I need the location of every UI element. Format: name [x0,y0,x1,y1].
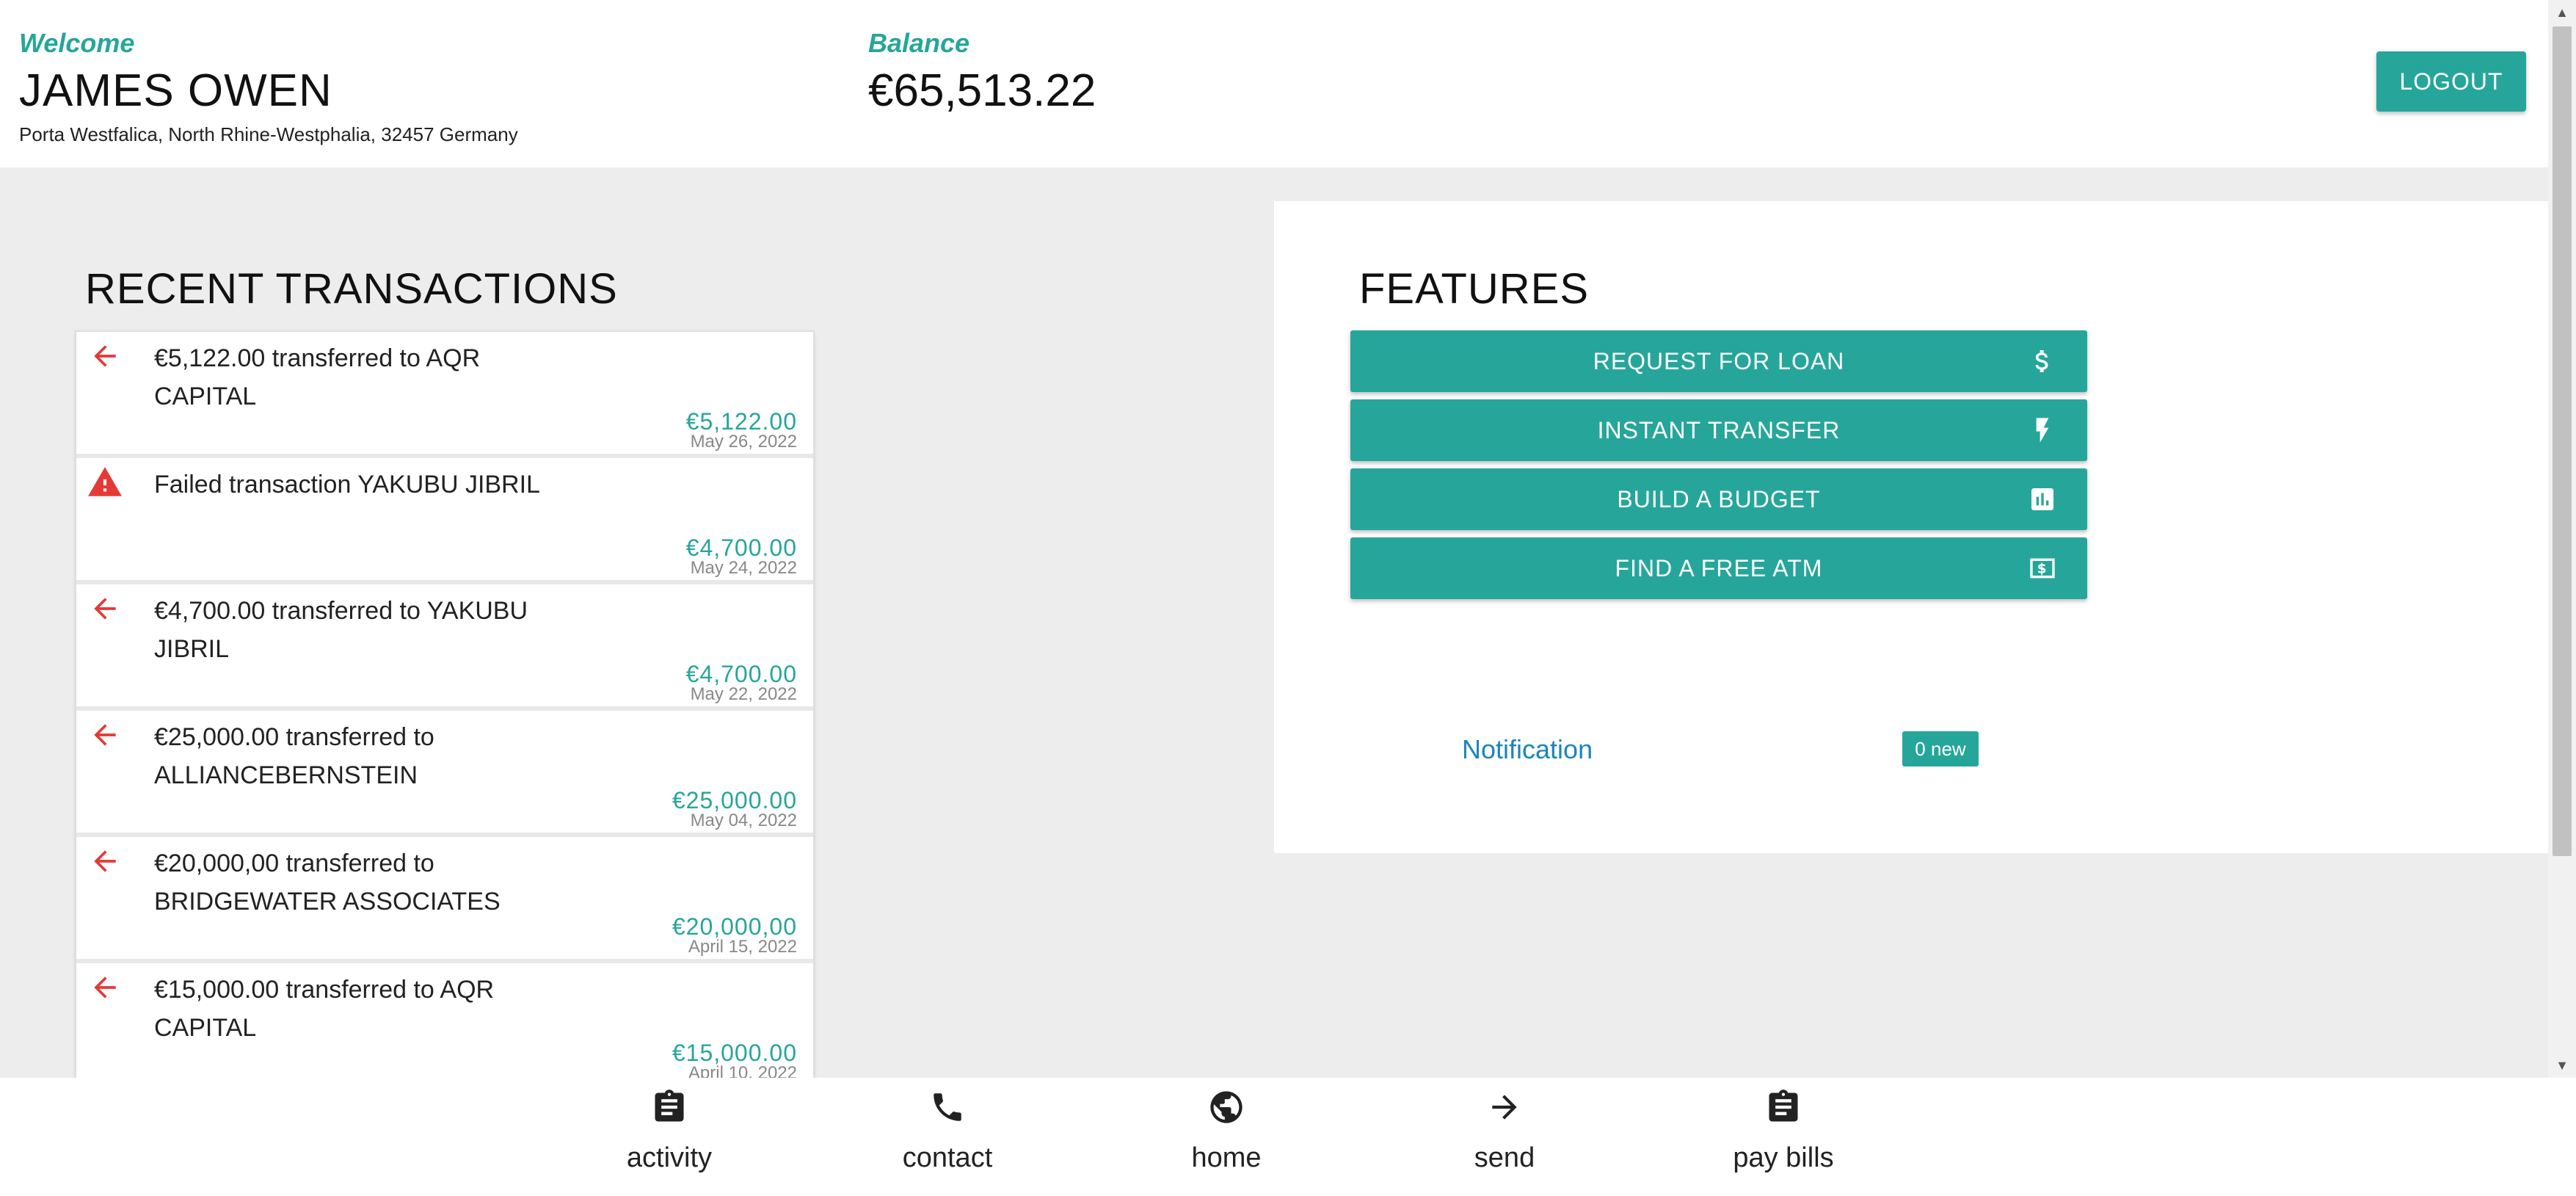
bar-chart-icon [2027,484,2058,515]
instant-transfer-button[interactable]: INSTANT TRANSFER [1350,399,2087,461]
user-address: Porta Westfalica, North Rhine-Westphalia… [19,123,518,145]
arrow-left-icon [85,715,125,755]
dollar-icon [2027,346,2058,377]
recent-transactions-title: RECENT TRANSACTIONS [85,265,618,313]
transaction-date: May 26, 2022 [690,432,797,452]
transaction-item[interactable]: €15,000.00 transferred to AQR CAPITAL €1… [76,963,813,1078]
instant-transfer-label: INSTANT TRANSFER [1597,416,1841,443]
bottom-nav: activity contact home send pay bills [0,1078,2576,1196]
transaction-item[interactable]: €5,122.00 transferred to AQR CAPITAL €5,… [76,332,813,454]
features-card: FEATURES REQUEST FOR LOAN INSTANT TRANSF… [1274,201,2548,853]
build-budget-button[interactable]: BUILD A BUDGET [1350,468,2087,530]
nav-pay-bills-label: pay bills [1733,1142,1834,1173]
nav-activity[interactable]: activity [559,1078,779,1196]
cash-icon: $ [2027,553,2058,584]
request-loan-label: REQUEST FOR LOAN [1593,347,1845,374]
balance-value: €65,513.22 [868,65,1096,116]
features-title: FEATURES [1359,265,1590,313]
scroll-thumb[interactable] [2553,26,2572,856]
transaction-item[interactable]: €4,700.00 transferred to YAKUBU JIBRIL €… [76,584,813,706]
transaction-date: May 24, 2022 [690,558,797,578]
nav-send-label: send [1474,1142,1535,1173]
nav-activity-label: activity [626,1142,713,1173]
welcome-label: Welcome [19,28,135,58]
transaction-description: €4,700.00 transferred to YAKUBU JIBRIL [154,597,528,663]
arrow-left-icon [85,336,125,376]
transaction-date: May 04, 2022 [690,811,797,830]
phone-icon [925,1085,969,1129]
transaction-date: April 10, 2022 [688,1063,797,1078]
logout-button[interactable]: LOGOUT [2376,51,2526,112]
user-name: JAMES OWEN [19,65,332,116]
clipboard-icon [647,1085,691,1129]
transaction-date: May 22, 2022 [690,684,797,704]
nav-send[interactable]: send [1394,1078,1615,1196]
find-atm-label: FIND A FREE ATM [1615,554,1823,581]
build-budget-label: BUILD A BUDGET [1617,485,1821,512]
nav-contact[interactable]: contact [837,1078,1058,1196]
arrow-right-icon [1482,1085,1527,1129]
clipboard-icon [1761,1085,1805,1129]
lightning-icon [2027,415,2058,446]
notification-link[interactable]: Notification [1462,734,1593,765]
header: Welcome JAMES OWEN Porta Westfalica, Nor… [0,0,2548,167]
transaction-description: Failed transaction YAKUBU JIBRIL [154,471,540,499]
nav-home-label: home [1191,1142,1262,1173]
request-loan-button[interactable]: REQUEST FOR LOAN [1350,330,2087,392]
globe-icon [1204,1085,1248,1129]
warning-icon [85,463,125,502]
arrow-left-icon [85,841,125,881]
transaction-description: €15,000.00 transferred to AQR CAPITAL [154,976,495,1042]
balance-label: Balance [868,28,970,58]
arrow-left-icon [85,968,125,1007]
transaction-description: €20,000,00 transferred to BRIDGEWATER AS… [154,849,501,916]
nav-contact-label: contact [902,1142,993,1173]
arrow-left-icon [85,589,125,628]
svg-text:$: $ [2037,562,2048,577]
transaction-item[interactable]: €25,000.00 transferred to ALLIANCEBERNST… [76,711,813,833]
transaction-description: €5,122.00 transferred to AQR CAPITAL [154,344,481,410]
transaction-date: April 15, 2022 [688,937,797,957]
page-scrollbar[interactable]: ▲ ▼ [2548,0,2576,1078]
notification-badge: 0 new [1902,731,1979,766]
scroll-up-icon[interactable]: ▲ [2548,0,2576,25]
nav-home[interactable]: home [1116,1078,1336,1196]
scroll-down-icon[interactable]: ▼ [2548,1053,2576,1078]
find-atm-button[interactable]: FIND A FREE ATM $ [1350,537,2087,599]
nav-pay-bills[interactable]: pay bills [1673,1078,1893,1196]
transaction-description: €25,000.00 transferred to ALLIANCEBERNST… [154,723,434,789]
transaction-item[interactable]: €20,000,00 transferred to BRIDGEWATER AS… [76,837,813,959]
transaction-list[interactable]: €5,122.00 transferred to AQR CAPITAL €5,… [76,332,813,1078]
transaction-item[interactable]: Failed transaction YAKUBU JIBRIL €4,700.… [76,458,813,580]
